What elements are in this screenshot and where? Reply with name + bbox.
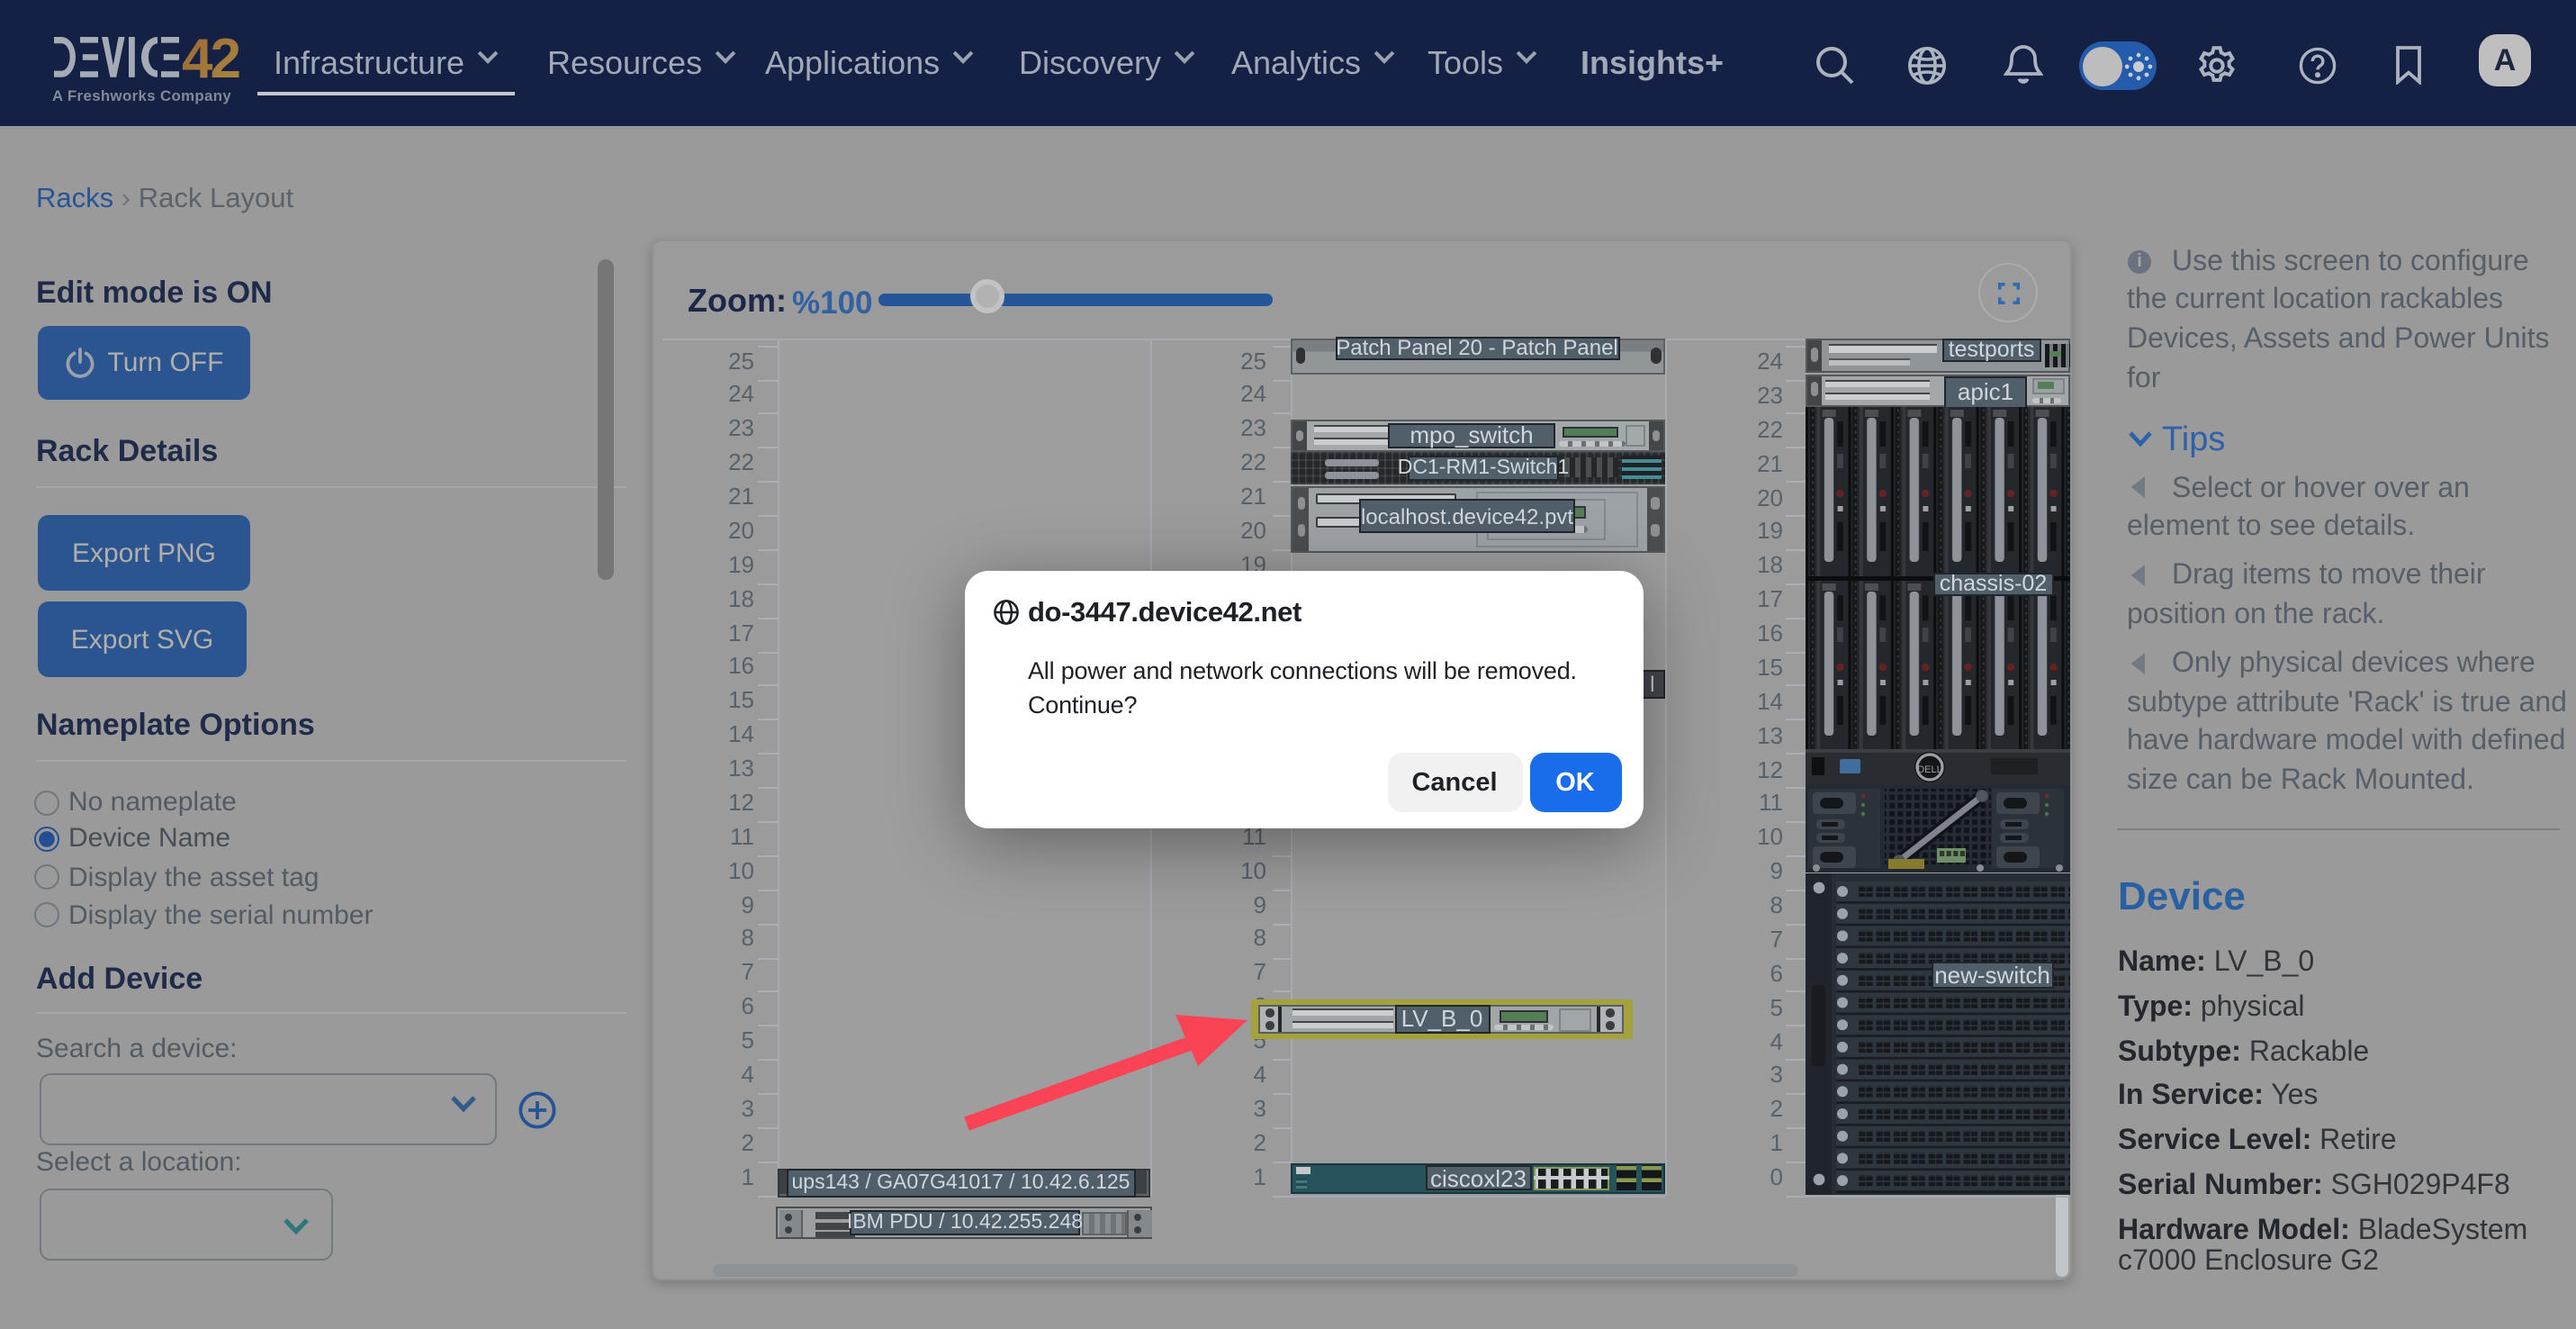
svg-text:DELL: DELL	[1916, 764, 1941, 775]
svg-text:42: 42	[182, 36, 239, 79]
